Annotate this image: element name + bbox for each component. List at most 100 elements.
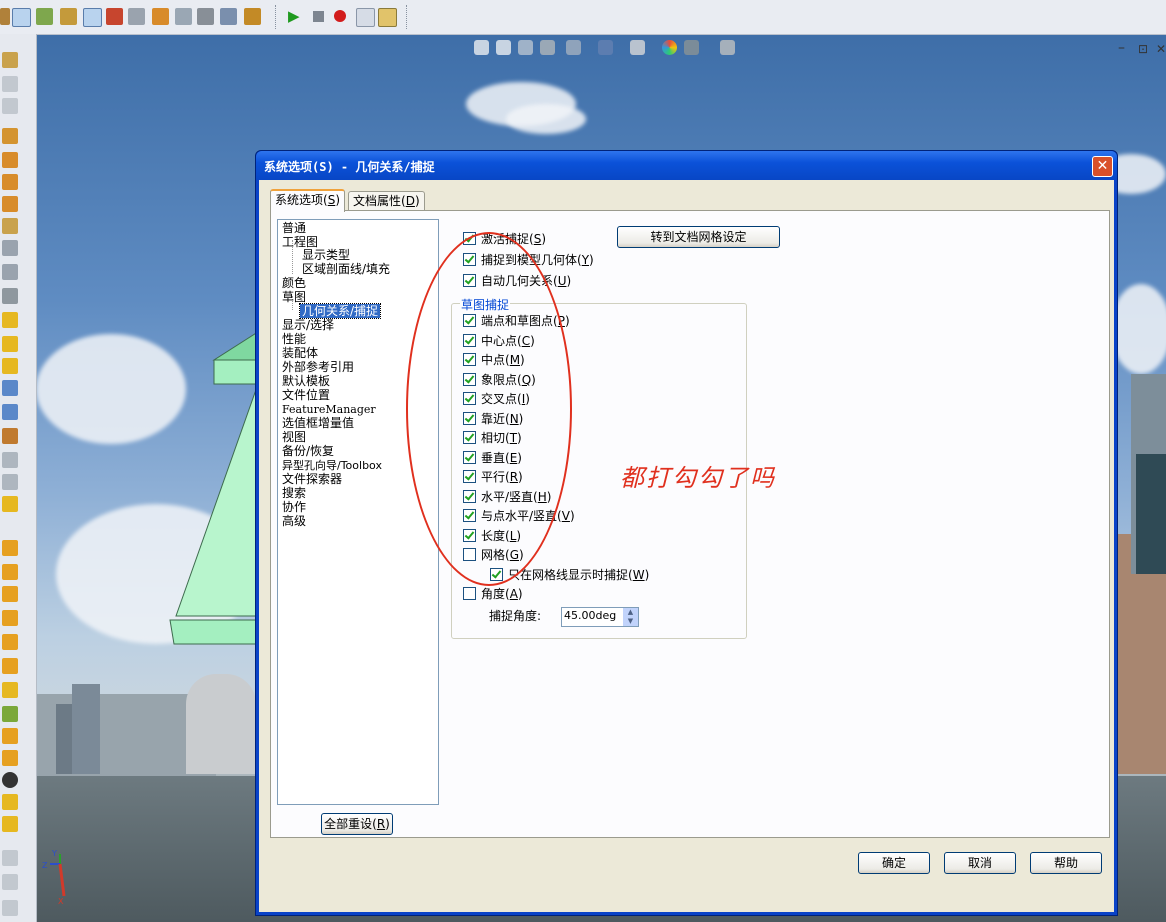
axis-icon[interactable] (2, 658, 18, 674)
tree-item[interactable]: 备份/恢复 (282, 445, 334, 458)
freeform-icon[interactable] (2, 474, 18, 490)
surface-icon[interactable] (2, 610, 18, 626)
cancel-button[interactable]: 取消 (944, 852, 1016, 874)
fillet-icon[interactable] (2, 174, 18, 190)
checkbox-box[interactable] (463, 587, 476, 600)
hierarchy-icon[interactable] (152, 8, 169, 25)
plane-icon[interactable] (2, 634, 18, 650)
help-button[interactable]: 帮助 (1030, 852, 1102, 874)
mirror-icon[interactable] (2, 336, 18, 352)
box-icon[interactable] (2, 794, 18, 810)
ok-button[interactable]: 确定 (858, 852, 930, 874)
bolt-icon[interactable] (197, 8, 214, 25)
tree-item[interactable]: 普通 (282, 222, 306, 235)
shell-icon[interactable] (2, 240, 18, 256)
point-icon[interactable] (2, 682, 18, 698)
smart-dimension-icon[interactable] (12, 8, 31, 27)
tree-item[interactable]: 文件探索器 (282, 473, 342, 486)
tree-item[interactable]: FeatureManager (282, 403, 376, 416)
goto-document-grid-button[interactable]: 转到文档网格设定 (617, 226, 780, 248)
intersect-icon[interactable] (2, 452, 18, 468)
appearance-icon[interactable] (662, 40, 677, 55)
tree-item[interactable]: 草图 (282, 291, 306, 304)
link-icon[interactable] (128, 8, 145, 25)
tree-item[interactable]: 文件位置 (282, 389, 330, 402)
split-icon[interactable] (2, 404, 18, 420)
tree-item[interactable]: 默认模板 (282, 375, 330, 388)
rib-icon[interactable] (2, 218, 18, 234)
routing-icon[interactable] (2, 900, 18, 916)
weldment-icon[interactable] (2, 816, 18, 832)
spin-up-icon[interactable]: ▲ (623, 608, 638, 617)
stop-icon[interactable] (310, 8, 327, 25)
restore-icon[interactable]: ⊡ (1138, 42, 1148, 56)
close-dialog-button[interactable]: ✕ (1092, 156, 1113, 177)
snap-angle-spinbox[interactable]: 45.00deg ▲ ▼ (561, 607, 639, 627)
chart-icon[interactable] (220, 8, 237, 25)
loft-icon[interactable] (2, 128, 18, 144)
combine-icon[interactable] (2, 428, 18, 444)
previous-view-icon[interactable] (518, 40, 533, 55)
hole-icon[interactable] (2, 288, 18, 304)
mold-icon[interactable] (2, 874, 18, 890)
tab-system-options[interactable]: 系统选项(S) (270, 189, 345, 212)
tree-item[interactable]: 外部参考引用 (282, 361, 354, 374)
tree-item[interactable]: 颜色 (282, 277, 306, 290)
tree-item-selected[interactable]: 几何关系/捕捉 (298, 303, 382, 319)
dialog-title-bar[interactable]: 系统选项(S) - 几何关系/捕捉 ✕ (256, 151, 1117, 180)
new-macro-icon[interactable] (356, 8, 375, 27)
edit-macro-icon[interactable] (378, 8, 397, 27)
view-orientation-icon[interactable] (566, 40, 581, 55)
tree-item[interactable]: 显示类型 (302, 249, 350, 262)
flex-icon[interactable] (2, 540, 18, 556)
tree-item[interactable]: 搜索 (282, 487, 306, 500)
sheetmetal-icon[interactable] (2, 850, 18, 866)
wrap-icon[interactable] (2, 564, 18, 580)
draft-icon[interactable] (2, 264, 18, 280)
tree-item[interactable]: 显示/选择 (282, 319, 334, 332)
minimize-icon[interactable]: – (1118, 40, 1125, 56)
cube-icon[interactable] (175, 8, 192, 25)
tree-icon[interactable] (60, 8, 77, 25)
hide-show-icon[interactable] (630, 40, 645, 55)
scale-icon[interactable] (2, 496, 18, 512)
curve-icon[interactable] (2, 586, 18, 602)
zoom-area-icon[interactable] (496, 40, 511, 55)
record-icon[interactable] (332, 8, 349, 25)
display-style-icon[interactable] (598, 40, 613, 55)
tree-item[interactable]: 视图 (282, 431, 306, 444)
cut-icon[interactable] (2, 152, 18, 168)
snap-angle-value[interactable]: 45.00deg (564, 609, 616, 622)
tree-item[interactable]: 协作 (282, 501, 306, 514)
zoom-fit-icon[interactable] (474, 40, 489, 55)
tree-item[interactable]: 异型孔向导/Toolbox (282, 459, 382, 472)
chamfer-icon[interactable] (2, 196, 18, 212)
close-window-icon[interactable]: ✕ (1156, 42, 1166, 56)
dome-icon[interactable] (2, 358, 18, 374)
extrude-icon[interactable] (2, 52, 18, 68)
options-tree[interactable]: 普通 工程图 显示类型 区域剖面线/填充 颜色 草图 几何关系/捕捉 显示/选择… (277, 219, 439, 805)
angle-checkbox[interactable]: 角度(A) (463, 586, 523, 602)
delete-icon[interactable] (2, 772, 18, 788)
view-settings-icon[interactable] (720, 40, 735, 55)
tree-item[interactable]: 选值框增量值 (282, 417, 354, 430)
revolve-icon[interactable] (2, 76, 18, 92)
play-icon[interactable]: ▶ (288, 8, 305, 25)
flag-icon[interactable] (106, 8, 123, 25)
tab-document-properties[interactable]: 文档属性(D) (348, 191, 425, 210)
table-icon[interactable] (244, 8, 261, 25)
assembly-icon[interactable] (2, 728, 18, 744)
section-view-icon[interactable] (540, 40, 555, 55)
section-view-icon[interactable] (83, 8, 102, 27)
rebuild-icon[interactable] (0, 8, 10, 25)
tree-item[interactable]: 装配体 (282, 347, 318, 360)
tree-item[interactable]: 区域剖面线/填充 (302, 263, 390, 276)
mate-icon[interactable] (2, 750, 18, 766)
reset-all-button[interactable]: 全部重设(R) (321, 813, 393, 835)
tree-item[interactable]: 高级 (282, 515, 306, 528)
sweep-icon[interactable] (2, 98, 18, 114)
move-face-icon[interactable] (2, 380, 18, 396)
tree-item[interactable]: 性能 (282, 333, 306, 346)
pattern-icon[interactable] (2, 312, 18, 328)
coordinate-icon[interactable] (2, 706, 18, 722)
